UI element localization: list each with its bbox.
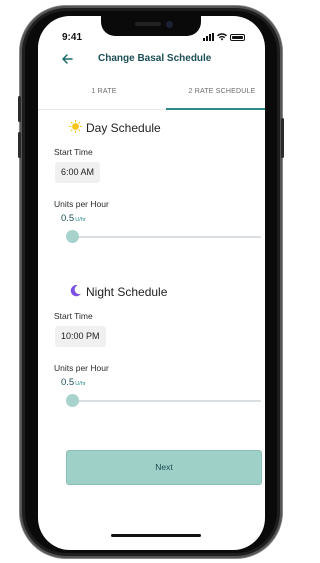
back-button[interactable]	[60, 52, 76, 68]
app-screen: 9:41 Change Basal Schedule 1 RATE 2 RATE…	[38, 16, 265, 550]
tab-1-rate[interactable]: 1 RATE	[83, 88, 125, 109]
night-rate-number: 0.5	[61, 377, 75, 388]
day-rate-slider-thumb[interactable]	[66, 230, 79, 243]
day-rate-number: 0.5	[61, 213, 75, 224]
day-start-time-label: Start Time	[54, 147, 93, 157]
day-rate-slider[interactable]	[66, 230, 261, 243]
night-schedule-heading: Night Schedule	[69, 284, 167, 300]
night-rate-label: Units per Hour	[54, 363, 109, 373]
day-rate-unit: U/hr	[75, 217, 86, 223]
night-schedule-title: Night Schedule	[86, 285, 168, 299]
night-rate-slider-thumb[interactable]	[66, 394, 79, 407]
wifi-icon	[217, 33, 227, 41]
day-rate-value: 0.5U/hr	[61, 213, 86, 224]
speaker	[135, 22, 161, 26]
status-time: 9:41	[62, 32, 83, 43]
moon-icon	[69, 284, 82, 300]
night-start-time-label: Start Time	[54, 311, 93, 321]
page-title: Change Basal Schedule	[98, 53, 212, 64]
phone-side-button	[18, 96, 21, 122]
tab-bar: 1 RATE 2 RATE SCHEDULE	[38, 88, 265, 110]
tab-2-rate-schedule[interactable]: 2 RATE SCHEDULE	[181, 88, 263, 109]
day-schedule-heading: Day Schedule	[69, 120, 161, 136]
night-rate-unit: U/hr	[75, 381, 86, 387]
battery-icon	[230, 33, 245, 41]
day-start-time-picker[interactable]: 6:00 AM	[55, 162, 101, 183]
phone-power-button	[281, 118, 284, 158]
sun-icon	[69, 120, 82, 136]
camera	[166, 21, 173, 28]
notch	[101, 16, 201, 36]
next-button[interactable]: Next	[66, 450, 262, 485]
night-rate-value: 0.5U/hr	[61, 377, 86, 388]
phone-volume-button	[18, 132, 21, 158]
night-rate-slider[interactable]	[66, 394, 261, 407]
night-start-time-picker[interactable]: 10:00 PM	[55, 326, 106, 347]
app-header: Change Basal Schedule	[38, 50, 265, 70]
active-tab-indicator	[166, 108, 265, 110]
day-rate-label: Units per Hour	[54, 199, 109, 209]
home-indicator	[111, 534, 201, 537]
arrow-left-icon	[62, 54, 73, 64]
status-icons	[203, 33, 245, 41]
day-schedule-title: Day Schedule	[86, 121, 161, 135]
signal-icon	[203, 33, 214, 41]
